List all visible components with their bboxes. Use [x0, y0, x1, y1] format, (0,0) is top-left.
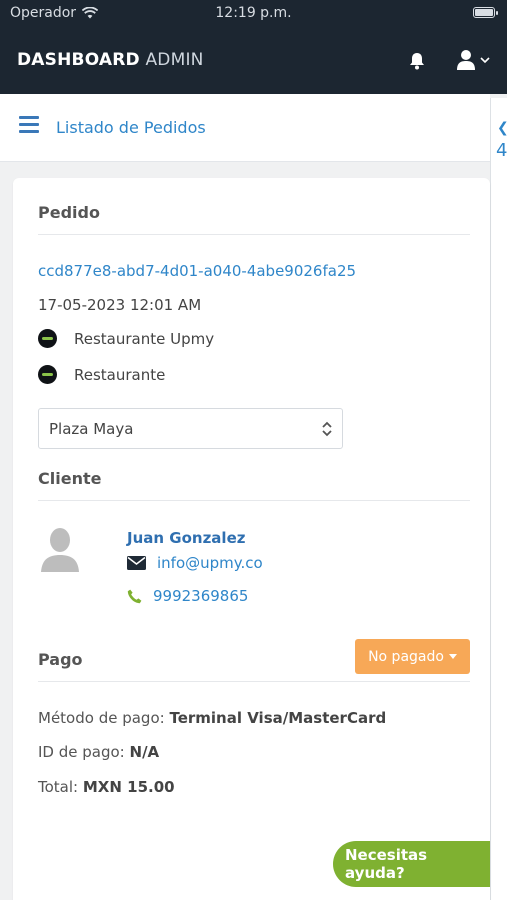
- order-date: 17-05-2023 12:01 AM: [38, 296, 202, 314]
- payment-id-label: ID de pago:: [38, 743, 125, 761]
- brand-bold: DASHBOARD: [17, 50, 140, 70]
- breadcrumb-title[interactable]: Listado de Pedidos: [56, 118, 206, 137]
- order-section-title: Pedido: [38, 203, 100, 222]
- restaurant-logo-icon: [38, 329, 57, 348]
- side-panel-peek[interactable]: ❮ 4: [490, 98, 507, 900]
- payment-status-label: No pagado: [368, 648, 444, 665]
- payment-status-dropdown[interactable]: No pagado: [355, 639, 470, 674]
- restaurant-row: Restaurante: [38, 365, 165, 384]
- restaurant-name: Restaurante: [74, 365, 166, 384]
- branch-select[interactable]: Plaza Maya: [38, 408, 343, 449]
- chevron-down-icon: [480, 57, 490, 64]
- status-bar: Operador 12:19 p.m.: [0, 0, 507, 28]
- order-card: Pedido ccd877e8-abd7-4d01-a040-4abe9026f…: [13, 178, 490, 900]
- restaurant-logo-icon: [38, 365, 57, 384]
- payment-total-line: Total: MXN 15.00: [38, 778, 175, 796]
- avatar: [41, 528, 79, 572]
- breadcrumb-bar: Listado de Pedidos: [0, 94, 490, 162]
- divider: [38, 681, 470, 682]
- client-email-row[interactable]: info@upmy.co: [127, 554, 263, 572]
- status-time: 12:19 p.m.: [215, 5, 292, 21]
- brand-light: ADMIN: [145, 50, 204, 70]
- caret-down-icon: [448, 654, 457, 659]
- client-phone-row[interactable]: 9992369865: [127, 587, 248, 605]
- envelope-icon: [127, 556, 146, 570]
- user-menu[interactable]: [456, 49, 490, 71]
- client-name[interactable]: Juan Gonzalez: [127, 529, 245, 547]
- payment-method-line: Método de pago: Terminal Visa/MasterCard: [38, 709, 386, 727]
- divider: [38, 500, 470, 501]
- payment-total-value: MXN 15.00: [82, 778, 175, 796]
- client-phone[interactable]: 9992369865: [153, 587, 248, 605]
- payment-section-title: Pago: [38, 650, 83, 669]
- phone-icon: [127, 589, 142, 603]
- order-id-link[interactable]: ccd877e8-abd7-4d01-a040-4abe9026fa25: [38, 262, 356, 280]
- help-button[interactable]: Necesitas ayuda?: [333, 841, 490, 887]
- divider: [38, 234, 470, 235]
- top-header: Operador 12:19 p.m. DASHBOARD ADMIN: [0, 0, 507, 94]
- menu-icon[interactable]: [19, 116, 39, 134]
- client-email[interactable]: info@upmy.co: [157, 554, 263, 572]
- user-icon: [457, 50, 475, 70]
- restaurant-name: Restaurante Upmy: [74, 329, 215, 348]
- client-section-title: Cliente: [38, 469, 102, 488]
- side-panel-digit: 4: [496, 140, 507, 161]
- payment-method-label: Método de pago:: [38, 709, 165, 727]
- payment-method-value: Terminal Visa/MasterCard: [169, 709, 387, 727]
- payment-total-label: Total:: [38, 778, 79, 796]
- bell-icon[interactable]: [407, 51, 427, 71]
- branch-select-value: Plaza Maya: [49, 420, 134, 438]
- payment-id-value: N/A: [129, 743, 160, 761]
- brand-title: DASHBOARD ADMIN: [17, 50, 204, 70]
- select-arrows-icon: [322, 421, 332, 437]
- chevron-left-icon[interactable]: ❮: [497, 120, 507, 136]
- restaurant-row: Restaurante Upmy: [38, 329, 214, 348]
- payment-id-line: ID de pago: N/A: [38, 743, 159, 761]
- battery-icon: [473, 7, 498, 18]
